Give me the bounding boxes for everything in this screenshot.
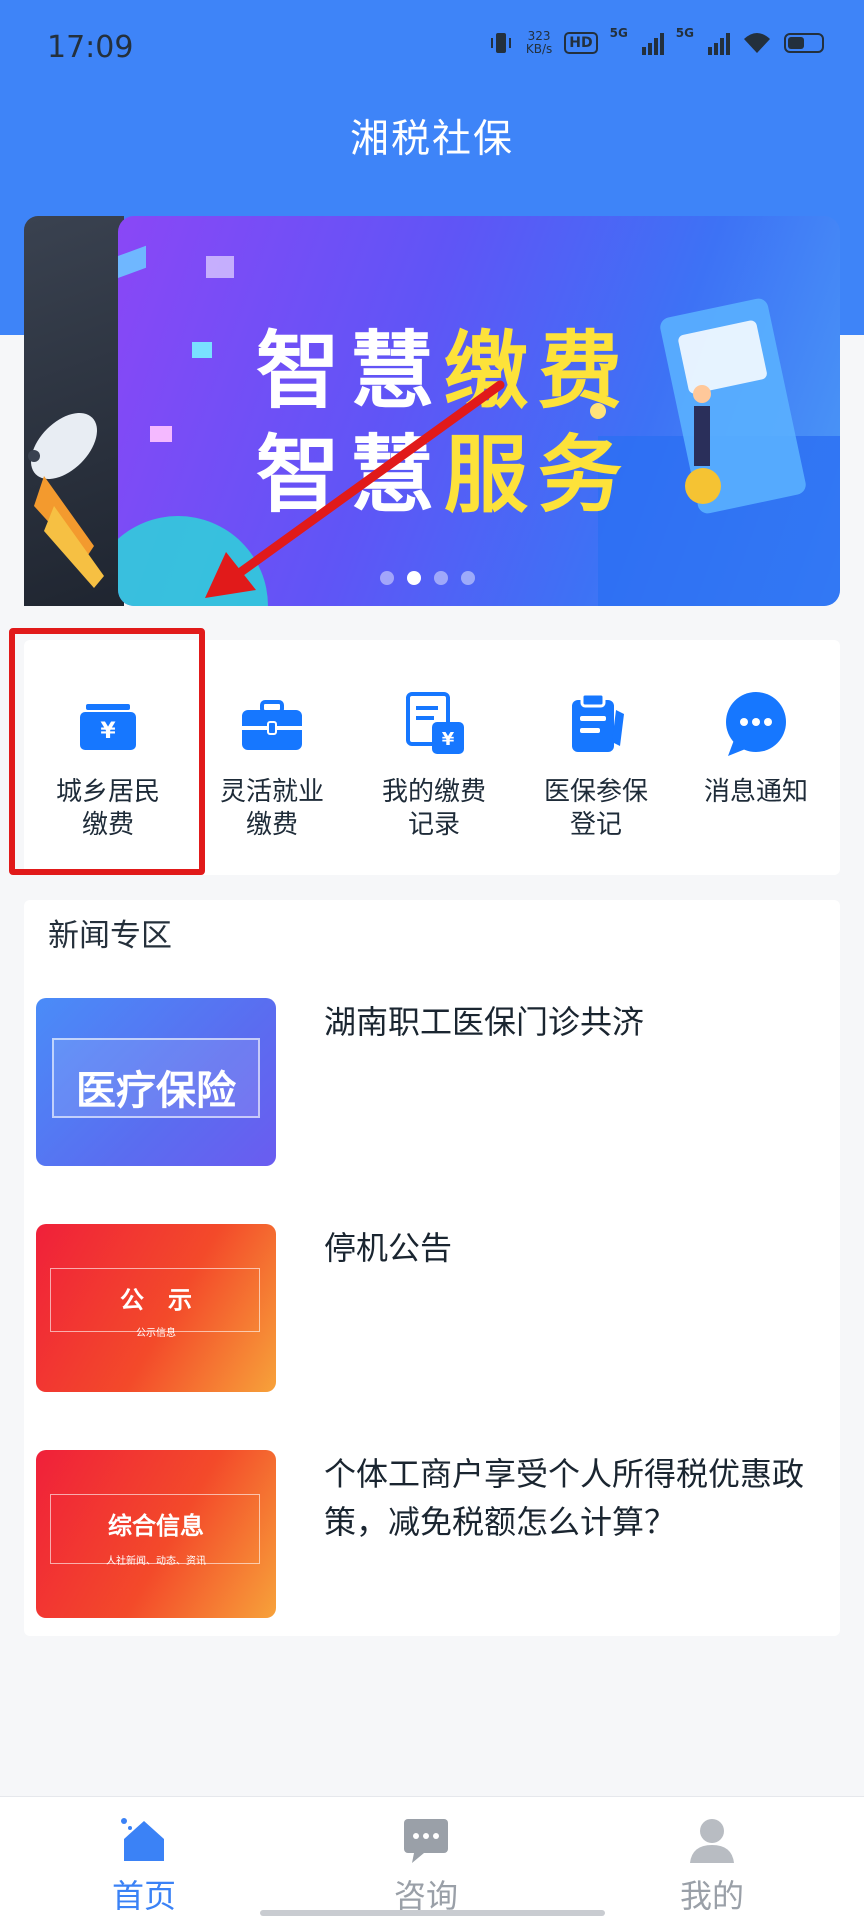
banner-pagination <box>380 571 475 585</box>
banner-line2-highlight: 服务 <box>444 426 633 524</box>
news-thumbnail: 公 示 公示信息 <box>36 1224 276 1392</box>
news-thumb-text: 综合信息 <box>108 1512 204 1540</box>
menu-label-line2: 登记 <box>569 810 622 840</box>
news-item[interactable]: 公 示 公示信息 停机公告 <box>36 1224 824 1392</box>
menu-label: 医保参保 登记 <box>526 776 666 842</box>
menu-item-medical-insurance-registration[interactable]: 医保参保 登记 <box>526 688 666 842</box>
chat-bubble-icon <box>726 692 786 756</box>
hd-badge: HD <box>564 32 598 54</box>
news-item[interactable]: 医疗保险 湖南职工医保门诊共济 <box>36 998 824 1166</box>
status-bar: 17:09 323 KB/s HD 5G 5G <box>0 0 864 96</box>
menu-label-line1: 消息通知 <box>703 777 808 807</box>
menu-label-line2: 缴费 <box>245 810 298 840</box>
clipboard-icon <box>572 692 624 752</box>
network-speed-unit: KB/s <box>525 42 553 56</box>
banner-headline-1: 智慧缴费 <box>256 304 632 425</box>
annotation-highlight-box <box>9 628 205 875</box>
banner-page-dot[interactable] <box>434 571 448 585</box>
network-speed: 323 KB/s <box>526 30 552 56</box>
nav-tab-consult[interactable]: 咨询 <box>346 1815 506 1917</box>
status-icons: 323 KB/s HD 5G 5G <box>488 26 824 56</box>
news-thumb-subtext: 人社新闻、动态、资讯 <box>106 1556 206 1567</box>
document-yen-icon: ¥ <box>406 692 464 754</box>
banner-line1-highlight: 缴费 <box>444 322 633 420</box>
vibrate-icon <box>490 33 511 53</box>
news-heading: 新闻专区 <box>48 918 172 954</box>
status-time: 17:09 <box>47 30 134 65</box>
rocket-icon <box>28 413 104 588</box>
signal-label-2: 5G <box>675 26 694 40</box>
battery-icon <box>784 33 824 53</box>
banner-line2-prefix: 智慧 <box>256 426 445 524</box>
menu-label-line2: 记录 <box>407 810 460 840</box>
nav-tab-mine[interactable]: 我的 <box>632 1815 792 1917</box>
banner-page-dot[interactable] <box>407 571 421 585</box>
banner-page-dot[interactable] <box>380 571 394 585</box>
menu-label: 消息通知 <box>686 776 826 809</box>
page-title: 湘税社保 <box>349 117 514 162</box>
banner-line1-prefix: 智慧 <box>256 322 445 420</box>
user-icon <box>690 1819 734 1863</box>
news-thumbnail: 医疗保险 <box>36 998 276 1166</box>
menu-label-line1: 我的缴费 <box>381 777 486 807</box>
menu-item-flexible-employment-payment[interactable]: 灵活就业 缴费 <box>202 688 342 842</box>
home-icon <box>121 1818 164 1861</box>
menu-item-my-payment-records[interactable]: ¥ 我的缴费 记录 <box>364 688 504 842</box>
news-item[interactable]: 综合信息 人社新闻、动态、资讯 个体工商户享受个人所得税优惠政策，减免税额怎么计… <box>36 1450 824 1618</box>
briefcase-icon <box>242 700 302 750</box>
nav-tab-home[interactable]: 首页 <box>64 1815 224 1917</box>
signal-icon-2 <box>708 31 730 55</box>
consult-icon <box>404 1819 448 1863</box>
news-title: 个体工商户享受个人所得税优惠政策，减免税额怎么计算？ <box>324 1455 805 1541</box>
news-thumb-text: 医疗保险 <box>76 1068 236 1114</box>
promo-banner[interactable]: 智慧缴费 智慧服务 <box>118 216 840 606</box>
menu-label-line1: 医保参保 <box>543 777 648 807</box>
nav-label: 我的 <box>679 1877 744 1915</box>
bottom-navigation: 首页 咨询 我的 <box>0 1796 864 1920</box>
menu-label: 我的缴费 记录 <box>364 776 504 842</box>
signal-icon-1 <box>641 31 664 55</box>
home-indicator <box>260 1910 605 1916</box>
banner-page-dot[interactable] <box>461 571 475 585</box>
signal-label-1: 5G <box>609 26 628 40</box>
news-title: 湖南职工医保门诊共济 <box>324 1003 645 1041</box>
news-thumbnail: 综合信息 人社新闻、动态、资讯 <box>36 1450 276 1618</box>
nav-label: 首页 <box>111 1877 176 1915</box>
menu-label: 灵活就业 缴费 <box>202 776 342 842</box>
banner-headline-2: 智慧服务 <box>256 408 632 529</box>
menu-item-message-notifications[interactable]: 消息通知 <box>686 688 826 809</box>
menu-label-line1: 灵活就业 <box>219 777 324 807</box>
news-thumb-text: 公 示 <box>120 1286 192 1314</box>
news-title: 停机公告 <box>324 1229 453 1267</box>
svg-text:¥: ¥ <box>442 729 455 750</box>
wifi-icon <box>744 33 770 53</box>
banner-prev-slide[interactable] <box>24 216 124 606</box>
news-thumb-subtext: 公示信息 <box>136 1328 176 1339</box>
